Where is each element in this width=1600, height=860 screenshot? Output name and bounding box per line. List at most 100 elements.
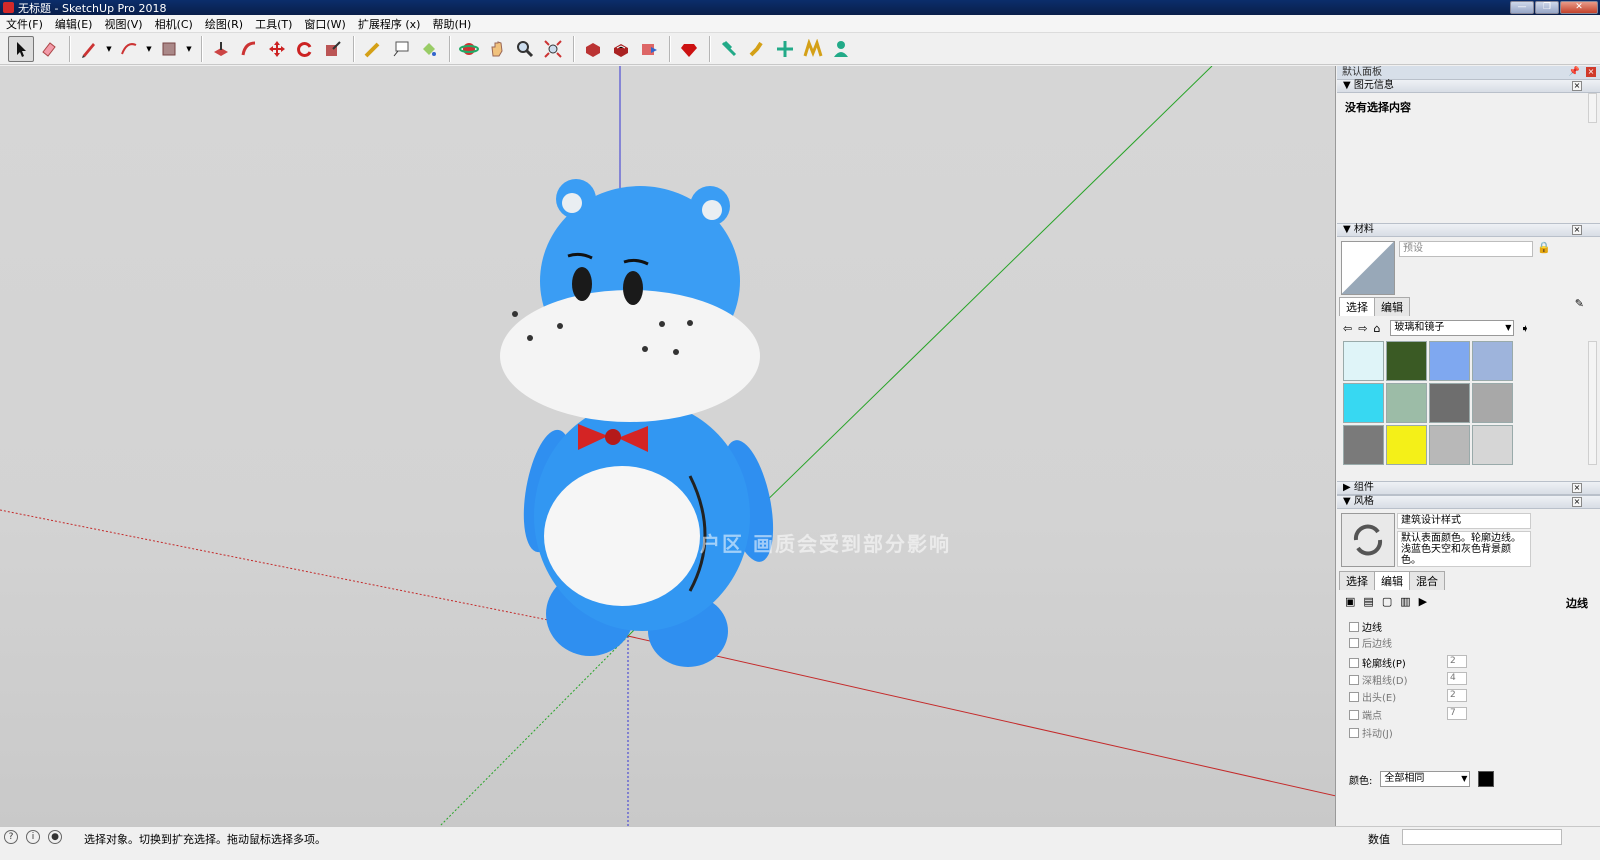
checkbox[interactable] [1349,657,1359,668]
opt-back-edges[interactable]: 后边线 [1349,635,1392,650]
panel-close-icon[interactable]: × [1572,81,1582,91]
orbit-tool-icon[interactable] [456,36,482,62]
push-pull-tool-icon[interactable] [208,36,234,62]
forward-arrow-icon[interactable]: ⇨ [1358,322,1367,335]
checkbox[interactable] [1349,621,1359,632]
tray-close-icon[interactable]: × [1586,67,1596,77]
material-swatch[interactable] [1343,341,1384,381]
checkbox[interactable] [1349,709,1359,720]
3d-warehouse-icon[interactable] [580,36,606,62]
entity-info-header[interactable]: ▼ 图元信息 × [1337,79,1600,93]
menu-edit[interactable]: 编辑(E) [49,16,99,32]
material-swatch[interactable] [1429,425,1470,465]
material-name-field[interactable]: 预设 [1399,241,1533,257]
material-swatch[interactable] [1429,383,1470,423]
opt-endpoints[interactable]: 端点 [1349,707,1382,722]
checkbox[interactable] [1349,637,1359,648]
material-swatch[interactable] [1343,425,1384,465]
watermark-settings-icon[interactable]: ▥ [1400,595,1410,608]
checkbox[interactable] [1349,727,1359,738]
material-swatch[interactable] [1386,341,1427,381]
style-description[interactable]: 默认表面颜色。轮廓边线。浅蓝色天空和灰色背景颜色。 [1397,531,1531,567]
menu-window[interactable]: 窗口(W) [298,16,351,32]
rectangle-dropdown-icon[interactable]: ▼ [184,45,194,53]
share-model-icon[interactable] [608,36,634,62]
close-button[interactable]: ✕ [1560,1,1598,14]
opt-edges[interactable]: 边线 [1349,619,1382,634]
menu-help[interactable]: 帮助(H) [426,16,477,32]
material-swatch[interactable] [1429,341,1470,381]
pencil-tool-icon[interactable] [76,36,102,62]
background-settings-icon[interactable]: ▢ [1382,595,1392,608]
pan-tool-icon[interactable] [484,36,510,62]
ruby-extension-icon[interactable] [676,36,702,62]
style-name-field[interactable]: 建筑设计样式 [1397,513,1531,529]
modeling-settings-icon[interactable]: ▶ [1419,595,1427,608]
material-swatch[interactable] [1343,383,1384,423]
zoom-tool-icon[interactable] [512,36,538,62]
material-swatch[interactable] [1472,383,1513,423]
profiles-width-input[interactable]: 2 [1447,655,1467,668]
select-tool-icon[interactable] [8,35,34,62]
styles-header[interactable]: ▼ 风格 × [1337,495,1600,509]
styles-tab-mix[interactable]: 混合 [1409,571,1445,590]
opt-profiles[interactable]: 轮廓线(P) [1349,655,1406,670]
material-swatch[interactable] [1472,425,1513,465]
edge-color-dropdown[interactable]: 全部相同 ▼ [1380,771,1471,787]
panel-close-icon[interactable]: × [1572,225,1582,235]
sandbox-smoove-icon[interactable] [716,36,742,62]
layout-send-icon[interactable] [636,36,662,62]
move-tool-icon[interactable] [264,36,290,62]
components-header[interactable]: ▶ 组件 × [1337,481,1600,495]
minimize-button[interactable]: — [1510,1,1534,14]
materials-scrollbar[interactable] [1588,341,1597,465]
paint-bucket-tool-icon[interactable] [416,36,442,62]
rotate-tool-icon[interactable] [292,36,318,62]
scale-tool-icon[interactable] [320,36,346,62]
checkbox[interactable] [1349,674,1359,685]
user-icon[interactable]: ● [48,830,62,844]
pencil-dropdown-icon[interactable]: ▼ [104,45,114,53]
zoom-extents-tool-icon[interactable] [540,36,566,62]
panel-close-icon[interactable]: × [1572,483,1582,493]
eraser-tool-icon[interactable] [36,36,62,62]
endpoints-input[interactable]: 7 [1447,707,1467,720]
entity-scrollbar[interactable] [1588,93,1597,123]
geo-location-icon[interactable]: ? [4,830,18,844]
menu-file[interactable]: 文件(F) [0,16,49,32]
menu-extensions[interactable]: 扩展程序 (x) [352,16,427,32]
opt-depth-cue[interactable]: 深粗线(D) [1349,672,1408,687]
panel-close-icon[interactable]: × [1572,497,1582,507]
details-arrow-icon[interactable]: ➧ [1520,322,1529,335]
hippo-model[interactable] [500,179,782,667]
material-lock-icon[interactable]: 🔒 [1537,241,1551,254]
sandbox-stamp-icon[interactable] [744,36,770,62]
sandbox-drape-icon[interactable] [772,36,798,62]
opt-extension[interactable]: 出头(E) [1349,689,1396,704]
sandbox-flip-edge-icon[interactable] [828,36,854,62]
arc-tool-icon[interactable] [116,36,142,62]
styles-tab-edit[interactable]: 编辑 [1374,571,1410,590]
info-icon[interactable]: i [26,830,40,844]
sandbox-add-detail-icon[interactable] [800,36,826,62]
material-swatch[interactable] [1472,341,1513,381]
menu-camera[interactable]: 相机(C) [149,16,199,32]
opt-jitter[interactable]: 抖动(J) [1349,725,1393,740]
maximize-button[interactable]: ❐ [1535,1,1559,14]
materials-tab-edit[interactable]: 编辑 [1374,297,1410,316]
follow-me-tool-icon[interactable] [236,36,262,62]
rectangle-tool-icon[interactable] [156,36,182,62]
menu-draw[interactable]: 绘图(R) [199,16,249,32]
menu-view[interactable]: 视图(V) [98,16,148,32]
checkbox[interactable] [1349,691,1359,702]
library-dropdown[interactable]: 玻璃和镜子 ▼ [1390,320,1515,336]
drawing-viewport[interactable]: 户区 画质会受到部分影响 [0,66,1336,826]
measurements-input[interactable] [1402,829,1562,845]
materials-tab-select[interactable]: 选择 [1339,297,1375,316]
material-swatch[interactable] [1386,425,1427,465]
edge-settings-icon[interactable]: ▣ [1345,595,1355,608]
styles-tab-select[interactable]: 选择 [1339,571,1375,590]
edge-color-chip[interactable] [1478,771,1495,787]
tape-measure-tool-icon[interactable] [360,36,386,62]
menu-tools[interactable]: 工具(T) [249,16,298,32]
